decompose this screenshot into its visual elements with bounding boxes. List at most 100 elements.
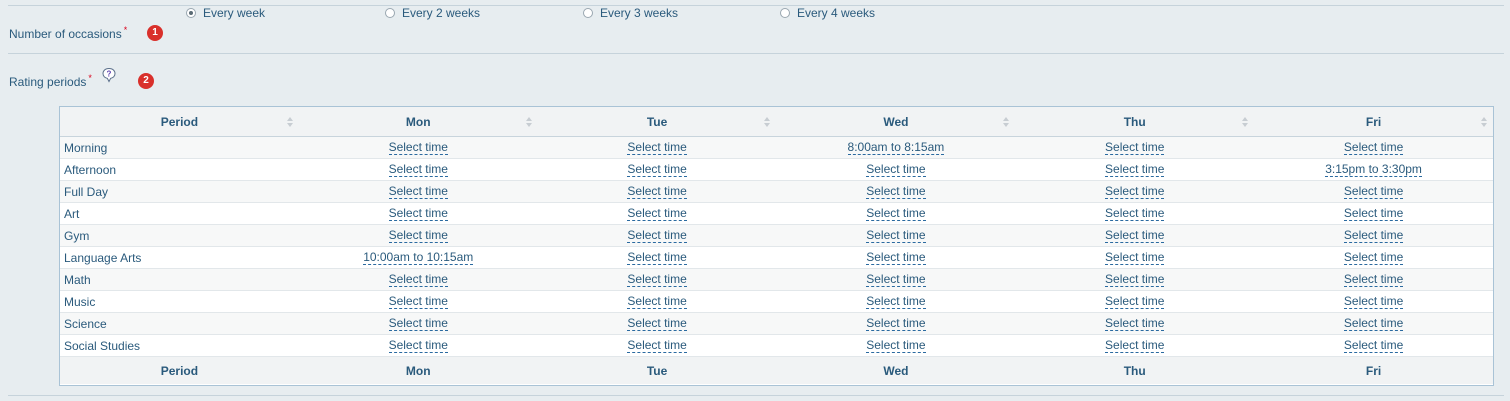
question-balloon-icon[interactable]: ? — [101, 67, 117, 83]
select-time-link[interactable]: Select time — [1105, 163, 1165, 177]
select-time-link[interactable]: Select time — [388, 273, 448, 287]
select-time-link[interactable]: Select time — [388, 339, 448, 353]
time-cell: Select time — [776, 334, 1016, 357]
select-time-link[interactable]: Select time — [627, 207, 687, 221]
column-header-label: Fri — [1365, 114, 1382, 129]
radio-label: Every week — [203, 6, 266, 20]
sort-icon[interactable] — [1242, 117, 1249, 127]
select-time-link[interactable]: Select time — [1343, 339, 1404, 353]
select-time-link[interactable]: Select time — [1105, 251, 1165, 265]
select-time-link[interactable]: Select time — [866, 251, 926, 265]
radio-label: Every 3 weeks — [600, 6, 679, 20]
select-time-link[interactable]: Select time — [1105, 141, 1165, 155]
radio-unselected-icon[interactable] — [583, 8, 593, 18]
table-row: Art Select time Select time Select time Sele… — [60, 202, 1493, 225]
select-time-link[interactable]: Select time — [1105, 317, 1165, 331]
select-time-link[interactable]: Select time — [866, 163, 926, 177]
column-header-fri[interactable]: Fri — [1254, 107, 1493, 137]
select-time-link[interactable]: Select time — [1105, 273, 1165, 287]
column-header-mon[interactable]: Mon — [298, 107, 538, 137]
select-time-link[interactable]: Select time — [1343, 251, 1404, 265]
select-time-link[interactable]: Select time — [1343, 229, 1404, 243]
table-row: Gym Select time Select time Select time Sele… — [60, 224, 1493, 247]
sort-icon[interactable] — [1481, 117, 1487, 127]
select-time-link[interactable]: Select time — [627, 339, 687, 353]
time-cell: Select time — [1254, 224, 1493, 247]
time-cell: Select time — [1015, 224, 1255, 247]
select-time-link[interactable]: 10:00am to 10:15am — [363, 251, 474, 265]
period-cell: Language Arts — [60, 246, 299, 269]
time-cell: Select time — [1015, 136, 1255, 159]
select-time-link[interactable]: Select time — [866, 295, 926, 309]
radio-unselected-icon[interactable] — [385, 8, 395, 18]
select-time-link[interactable]: Select time — [1105, 207, 1165, 221]
select-time-link[interactable]: Select time — [388, 229, 448, 243]
select-time-link[interactable]: Select time — [388, 207, 448, 221]
time-cell: Select time — [1015, 180, 1255, 203]
select-time-link[interactable]: Select time — [1343, 273, 1404, 287]
period-cell: Math — [60, 268, 299, 291]
radio-every-3-weeks[interactable]: Every 3 weeks — [583, 6, 678, 20]
time-cell: Select time — [1254, 136, 1493, 159]
sort-icon[interactable] — [764, 117, 771, 127]
select-time-link[interactable]: Select time — [866, 229, 926, 243]
sort-icon[interactable] — [286, 117, 293, 127]
select-time-link[interactable]: Select time — [866, 185, 926, 199]
radio-every-2-weeks[interactable]: Every 2 weeks — [385, 6, 480, 20]
select-time-link[interactable]: 8:00am to 8:15am — [847, 141, 945, 155]
time-cell: Select time — [1254, 268, 1493, 291]
select-time-link[interactable]: Select time — [627, 141, 687, 155]
column-header-tue[interactable]: Tue — [537, 107, 777, 137]
radio-unselected-icon[interactable] — [780, 8, 790, 18]
select-time-link[interactable]: Select time — [388, 163, 448, 177]
select-time-link[interactable]: Select time — [1105, 185, 1165, 199]
table-row: Morning Select time Select time 8:00am to 8… — [60, 136, 1493, 159]
sort-icon[interactable] — [525, 117, 532, 127]
column-header-wed[interactable]: Wed — [776, 107, 1016, 137]
time-cell: Select time — [1254, 202, 1493, 225]
select-time-link[interactable]: Select time — [1343, 317, 1404, 331]
radio-every-week[interactable]: Every week — [186, 6, 265, 20]
period-cell: Full Day — [60, 180, 299, 203]
time-cell: Select time — [1015, 246, 1255, 269]
required-marker: * — [123, 25, 128, 35]
select-time-link[interactable]: Select time — [627, 273, 687, 287]
select-time-link[interactable]: Select time — [1343, 207, 1404, 221]
select-time-link[interactable]: Select time — [388, 185, 448, 199]
select-time-link[interactable]: Select time — [866, 339, 926, 353]
radio-selected-icon[interactable] — [186, 8, 196, 18]
select-time-link[interactable]: Select time — [1105, 295, 1165, 309]
time-cell: Select time — [1015, 290, 1255, 313]
column-header-thu[interactable]: Thu — [1015, 107, 1255, 137]
select-time-link[interactable]: Select time — [627, 163, 687, 177]
select-time-link[interactable]: Select time — [866, 273, 926, 287]
select-time-link[interactable]: Select time — [866, 207, 926, 221]
select-time-link[interactable]: Select time — [1105, 229, 1165, 243]
select-time-link[interactable]: Select time — [1343, 185, 1404, 199]
time-cell: Select time — [1254, 180, 1493, 203]
select-time-link[interactable]: Select time — [627, 317, 687, 331]
radio-every-4-weeks[interactable]: Every 4 weeks — [780, 6, 875, 20]
select-time-link[interactable]: Select time — [627, 185, 687, 199]
select-time-link[interactable]: Select time — [388, 317, 448, 331]
select-time-link[interactable]: Select time — [627, 295, 687, 309]
select-time-link[interactable]: 3:15pm to 3:30pm — [1325, 163, 1422, 177]
select-time-link[interactable]: Select time — [627, 251, 687, 265]
time-cell: Select time — [1015, 268, 1255, 291]
radio-label: Every 4 weeks — [797, 6, 876, 20]
time-cell: Select time — [298, 224, 538, 247]
select-time-link[interactable]: Select time — [1343, 295, 1404, 309]
select-time-link[interactable]: Select time — [627, 229, 687, 243]
select-time-link[interactable]: Select time — [1343, 141, 1404, 155]
table-row: Full Day Select time Select time Select tim… — [60, 180, 1493, 203]
occasions-label-text: Number of occasions — [9, 27, 122, 41]
bottom-divider — [8, 395, 1504, 396]
column-header-period[interactable]: Period — [60, 107, 299, 137]
select-time-link[interactable]: Select time — [388, 141, 448, 155]
select-time-link[interactable]: Select time — [1105, 339, 1165, 353]
column-header-label: Period — [160, 114, 199, 129]
table-body: Morning Select time Select time 8:00am to 8… — [60, 136, 1493, 357]
sort-icon[interactable] — [1003, 117, 1010, 127]
select-time-link[interactable]: Select time — [866, 317, 926, 331]
select-time-link[interactable]: Select time — [388, 295, 448, 309]
